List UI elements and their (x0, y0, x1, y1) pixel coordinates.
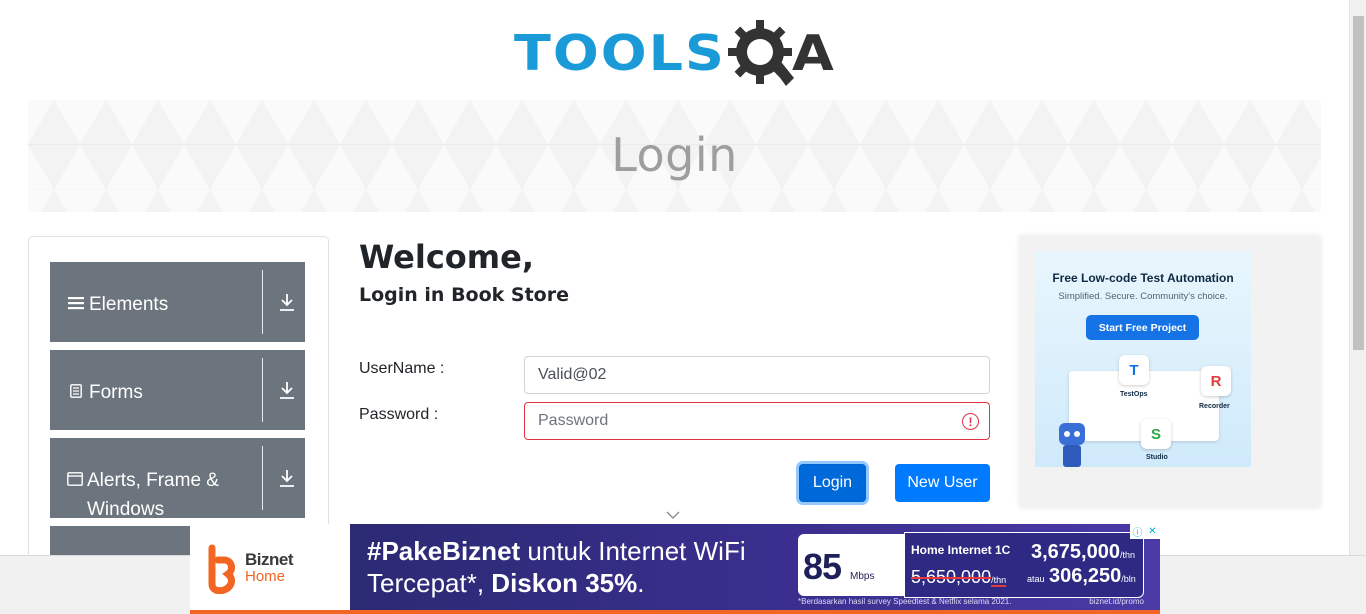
sidebar-group-label-wrap: Alerts, Frame & Windows (67, 466, 257, 524)
price-old: 5,650,000/thn (911, 567, 1006, 588)
price-year: 3,675,000/thn (1031, 541, 1135, 564)
welcome-heading: Welcome, (359, 238, 534, 276)
bottom-ad[interactable]: Biznet Home #PakeBiznet untuk Internet W… (190, 524, 1160, 614)
testops-logo-icon: T (1119, 355, 1149, 385)
plan-name: Home Internet 1C (911, 543, 1011, 557)
sidebar-group-elements[interactable]: Elements (50, 262, 305, 342)
sidebar-group-label: Alerts, Frame & Windows (87, 470, 219, 520)
side-ad-title: Free Low-code Test Automation (1052, 271, 1234, 285)
bottom-ad-line2: Tercepat*, Diskon 35%. (367, 568, 644, 599)
sidebar-group-forms[interactable]: Forms (50, 350, 305, 430)
line2-end: . (637, 568, 645, 598)
side-ad[interactable]: Free Low-code Test Automation Simplified… (1020, 236, 1320, 507)
divider (262, 446, 263, 510)
page-banner: Login (28, 100, 1321, 212)
login-button[interactable]: Login (799, 464, 866, 502)
login-subheading: Login in Book Store (359, 284, 569, 306)
recorder-logo-icon: R (1201, 366, 1231, 396)
chevron-down-icon[interactable] (666, 510, 680, 520)
biznet-logo: Biznet Home (190, 524, 350, 614)
download-arrow-icon[interactable] (278, 292, 296, 312)
sidebar-group-label: Elements (89, 294, 169, 315)
new-user-button[interactable]: New User (895, 464, 990, 502)
logo-text-a: A (791, 25, 836, 82)
divider (262, 270, 263, 334)
window-icon (67, 472, 83, 486)
price-old-value: 5,650,000 (911, 567, 992, 587)
password-label: Password : (359, 406, 439, 423)
username-label: UserName : (359, 360, 445, 377)
price-year-value: 3,675,000 (1031, 541, 1120, 563)
price-month-unit: /bln (1121, 574, 1136, 584)
side-ad-tag: TestOps (1120, 391, 1148, 398)
price-old-unit: /thn (991, 575, 1007, 585)
speed-value: 85 (803, 546, 842, 587)
price-box: Home Internet 1C 3,675,000/thn 5,650,000… (904, 532, 1144, 598)
password-input[interactable]: Password ! (524, 402, 990, 440)
bottom-ad-url[interactable]: biznet.id/promo (1089, 597, 1144, 606)
biznet-brand: Biznet (245, 550, 294, 569)
speed-box: 85 Mbps (798, 534, 904, 596)
speed-unit: Mbps (850, 571, 875, 582)
logo-text: TOOLS (514, 25, 726, 82)
price-or: atau (1027, 574, 1045, 584)
divider (262, 358, 263, 422)
bottom-ad-footnote: *Berdasarkan hasil survey Speedtest & Ne… (798, 597, 1012, 606)
username-value: Valid@02 (538, 366, 607, 383)
download-arrow-icon[interactable] (278, 380, 296, 400)
username-input[interactable]: Valid@02 (524, 356, 990, 394)
side-ad-subtitle: Simplified. Secure. Community's choice. (1058, 291, 1228, 302)
sidebar-group-label-wrap: Elements (67, 290, 257, 319)
download-arrow-icon[interactable] (278, 468, 296, 488)
price-month: 306,250/bln (1049, 565, 1136, 588)
toolsqa-logo[interactable]: TOOLS A (514, 16, 838, 92)
document-icon (67, 384, 85, 398)
studio-logo-icon: S (1141, 419, 1171, 449)
left-panel-menu: Elements Forms Alerts, Frame & Windows (28, 236, 329, 566)
price-month-value: 306,250 (1049, 565, 1122, 587)
page-scrollbar[interactable] (1349, 0, 1366, 555)
line2-bold: Diskon 35% (491, 568, 638, 598)
page-title: Login (611, 128, 738, 182)
hamburger-icon (67, 296, 85, 310)
biznet-brand-sub: Home (245, 568, 286, 585)
side-ad-tag: Studio (1146, 454, 1168, 461)
bottom-ad-headline: #PakeBiznet untuk Internet WiFi (367, 536, 746, 567)
bottom-ad-main[interactable]: #PakeBiznet untuk Internet WiFi Tercepat… (350, 524, 1160, 610)
scrollbar-thumb[interactable] (1353, 16, 1364, 350)
biznet-b-icon (208, 544, 235, 594)
ad-choices[interactable]: ⓘ ✕ (1130, 524, 1160, 539)
headline-bold: #PakeBiznet (367, 536, 521, 566)
side-ad-creative[interactable]: Free Low-code Test Automation Simplified… (1035, 251, 1251, 467)
headline-rest: untuk Internet WiFi (520, 536, 746, 566)
ad-info-icon[interactable]: ⓘ (1130, 524, 1145, 539)
bottom-ad-accent-bar (190, 610, 1160, 614)
sidebar-group-label: Forms (89, 382, 143, 403)
error-icon: ! (962, 413, 979, 430)
sidebar-group-label-wrap: Forms (67, 378, 257, 407)
page: TOOLS A Login Elements Forms Alerts, Fra… (0, 0, 1366, 614)
price-year-unit: /thn (1119, 550, 1135, 560)
robot-icon (1059, 423, 1085, 467)
sidebar-group-alerts[interactable]: Alerts, Frame & Windows (50, 438, 305, 520)
start-free-project-button[interactable]: Start Free Project (1086, 315, 1199, 340)
password-placeholder: Password (538, 412, 609, 429)
ad-close-icon[interactable]: ✕ (1145, 524, 1160, 539)
side-ad-tag: Recorder (1199, 403, 1230, 410)
gear-magnifier-icon (727, 20, 794, 86)
line2-start: Tercepat*, (367, 568, 492, 598)
